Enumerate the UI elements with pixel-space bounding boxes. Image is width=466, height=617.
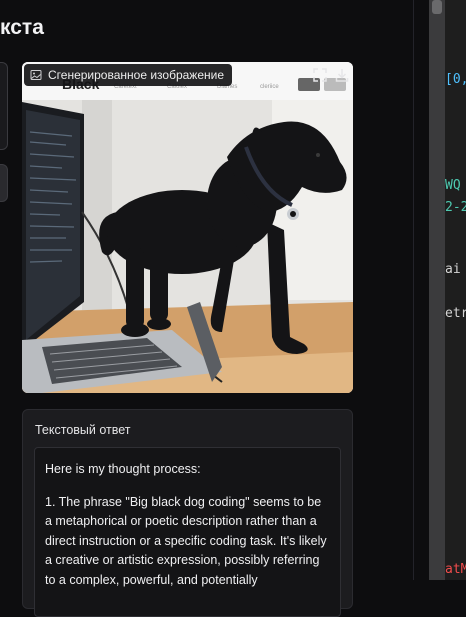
code-fragment: [0, <box>445 72 466 87</box>
code-fragment: WQ <box>445 178 461 193</box>
answer-paragraph: 1. The phrase "Big black dog coding" see… <box>45 494 327 587</box>
code-fragment: etr <box>445 306 466 321</box>
scrollbar-thumb[interactable] <box>432 0 442 14</box>
code-fragment: atM <box>445 562 466 577</box>
generated-image[interactable]: Black Caretext Calolex Diames cleriice <box>22 62 353 393</box>
left-panel-edge[interactable] <box>0 62 8 150</box>
image-icon <box>30 70 42 80</box>
image-label: Сгенерированное изображение <box>24 64 232 86</box>
photo-nav-text-4: cleriice <box>260 84 279 90</box>
text-answer-box[interactable]: Here is my thought process: 1. The phras… <box>34 447 341 617</box>
panel-divider <box>413 0 414 580</box>
page-title: кста <box>0 16 44 39</box>
download-button[interactable] <box>330 64 354 86</box>
text-answer-card: Текстовый ответ Here is my thought proce… <box>22 409 353 617</box>
fullscreen-button[interactable] <box>308 64 332 86</box>
answer-paragraph: Here is my thought process: <box>45 462 201 476</box>
fullscreen-icon <box>313 68 327 82</box>
scrollbar[interactable] <box>429 0 445 580</box>
code-fragment: 2-2 <box>445 200 466 215</box>
text-answer-title: Текстовый ответ <box>35 423 131 437</box>
code-fragment: ai <box>445 262 461 277</box>
left-panel-button[interactable] <box>0 164 8 202</box>
image-label-text: Сгенерированное изображение <box>48 68 224 82</box>
download-icon <box>335 69 349 82</box>
code-editor-pane[interactable]: [0, WQ 2-2 ai etr atM <box>445 0 466 580</box>
